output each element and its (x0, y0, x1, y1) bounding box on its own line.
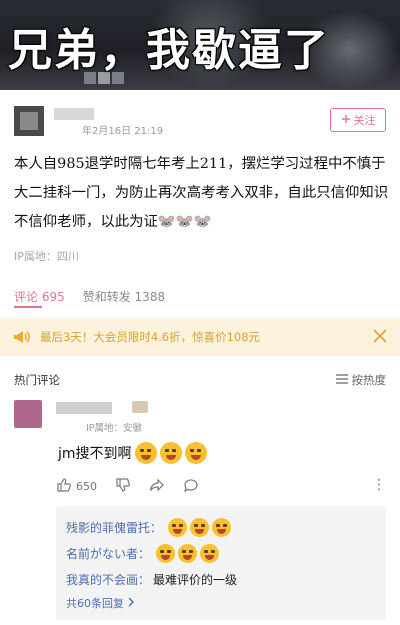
reply-item[interactable]: 残影的菲傀雷托： (66, 514, 376, 540)
reply-username[interactable]: 残影的菲傀雷托： (66, 519, 162, 536)
sort-button[interactable]: 按热度 (335, 372, 387, 388)
share-button[interactable] (149, 477, 165, 496)
comment-text-body: jm搜不到啊 (58, 446, 132, 462)
tab-comments[interactable]: 评论 695 (14, 288, 65, 305)
commenter-name-redacted[interactable] (56, 402, 112, 414)
commenter-avatar[interactable] (14, 400, 42, 428)
grin-emoji-icon (159, 442, 182, 464)
comment-meta: IP属地：安徽 (86, 423, 143, 434)
chevron-right-icon (127, 597, 135, 610)
grin-emoji-icon (190, 517, 210, 537)
mouse-emoji: 🐭🐭🐭 (157, 214, 212, 230)
share-icon (149, 477, 165, 496)
reply-item[interactable]: 名前がない者： (66, 540, 376, 566)
close-icon[interactable] (370, 326, 390, 346)
grin-emoji-icon (168, 517, 188, 537)
post-banner-image: 兄弟，我歇逼了 (0, 0, 400, 90)
like-count: 650 (76, 479, 97, 493)
sort-label: 按热度 (351, 373, 387, 387)
author-avatar[interactable] (14, 106, 44, 136)
post-tabs: 评论 695 赞和转发 1388 (14, 288, 165, 305)
megaphone-icon (12, 327, 32, 347)
plus-icon (341, 114, 351, 127)
level-badge (132, 401, 148, 413)
grin-emoji-icon (178, 543, 198, 563)
comment-actions: 650 ⋮ (56, 474, 386, 498)
grin-emoji-icon (134, 442, 157, 464)
thumbs-up-icon (56, 477, 72, 496)
post-date: 年2月16日 21:19 (82, 126, 164, 137)
post-header: 年2月16日 21:19 关注 (14, 106, 386, 142)
promo-banner[interactable]: 最后3天！大会员限时4.6折，惊喜价108元 (0, 318, 400, 356)
view-all-replies-link[interactable]: 共60条回复 (66, 592, 376, 614)
reply-username[interactable]: 我真的不会画： (66, 571, 150, 588)
more-options-icon[interactable]: ⋮ (372, 478, 386, 492)
follow-label: 关注 (353, 114, 376, 127)
ip-location: IP属地：四川 (14, 250, 79, 263)
like-button[interactable]: 650 (56, 477, 97, 496)
hot-comments-title: 热门评论 (14, 373, 60, 387)
dislike-button[interactable] (115, 477, 131, 496)
reply-item[interactable]: 我真的不会画： 最难评价的一级 (66, 566, 376, 592)
reply-button[interactable] (183, 477, 199, 496)
reply-preview-box[interactable]: 残影的菲傀雷托： 名前がない者： 我真的不会画： 最难评价的一级 共60条回复 (56, 506, 386, 620)
speech-bubble-icon (183, 477, 199, 496)
menu-icon (335, 373, 348, 387)
tab-active-indicator (14, 306, 42, 308)
grin-emoji-icon (184, 442, 207, 464)
grin-emoji-icon (200, 543, 220, 563)
follow-button[interactable]: 关注 (330, 108, 386, 132)
author-name-redacted[interactable] (54, 108, 94, 120)
grin-emoji-icon (212, 517, 232, 537)
grin-emoji-icon (156, 543, 176, 563)
view-all-replies-label: 共60条回复 (66, 597, 124, 610)
comment-text: jm搜不到啊 (58, 442, 207, 464)
post-body: 本人自985退学时隔七年考上211，摆烂学习过程中不慎于大二挂科一门，为防止再次… (14, 150, 390, 237)
reply-text: 最难评价的一级 (153, 572, 238, 587)
tab-likes-reposts[interactable]: 赞和转发 1388 (83, 288, 165, 305)
thumbs-down-icon (115, 477, 131, 496)
reply-username[interactable]: 名前がない者： (66, 545, 150, 562)
banner-caption: 兄弟，我歇逼了 (8, 25, 330, 76)
promo-text: 最后3天！大会员限时4.6折，惊喜价108元 (40, 330, 261, 344)
